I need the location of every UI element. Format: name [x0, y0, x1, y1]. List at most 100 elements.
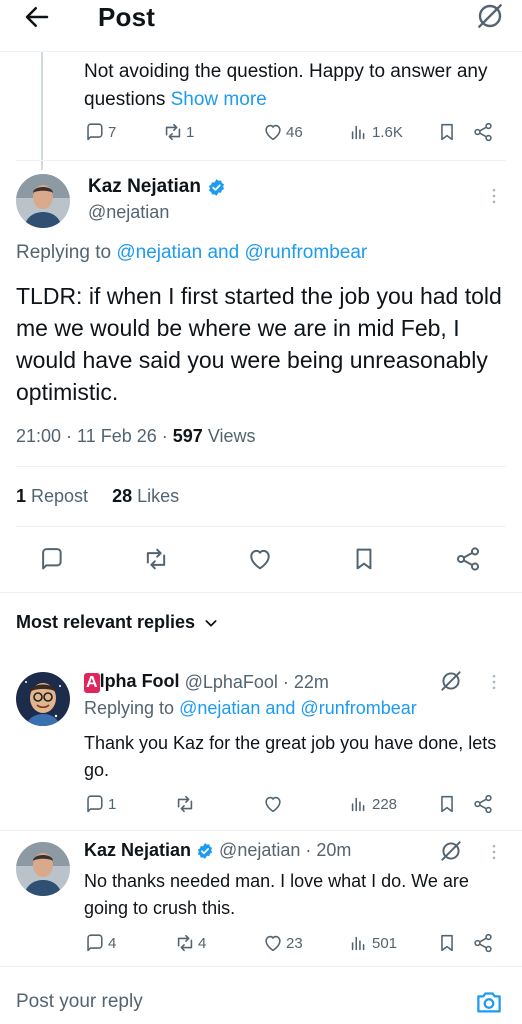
chevron-down-icon [203, 615, 219, 631]
reply-icon [84, 793, 106, 815]
replying-to: Replying to @nejatian and @runfrombear [16, 242, 367, 264]
reply-input[interactable]: Post your reply [16, 991, 143, 1013]
author-name: Alpha Fool [84, 671, 180, 693]
thread-line [41, 52, 43, 170]
heart-icon [262, 121, 284, 143]
views-button[interactable]: 228 [348, 793, 397, 815]
reply-author[interactable]: Alpha Fool @LphaFool · 22m [84, 671, 329, 693]
repost-icon [174, 793, 196, 815]
avatar[interactable] [16, 174, 70, 228]
like-button[interactable]: 46 [262, 121, 303, 143]
repost-icon [162, 121, 184, 143]
divider [0, 830, 522, 831]
reply-author[interactable]: Kaz Nejatian @nejatian · 20m [84, 840, 351, 861]
divider [16, 160, 506, 161]
reply-text: Thank you Kaz for the great job you have… [84, 733, 497, 780]
page-title: Post [98, 2, 156, 32]
author-name-text: lpha Fool [99, 671, 180, 691]
analytics-icon [348, 121, 370, 143]
repost-button[interactable]: 1 [162, 121, 194, 143]
reply-button[interactable]: 7 [84, 121, 116, 143]
bookmark-icon[interactable] [436, 793, 458, 815]
replies-sort-label: Most relevant replies [16, 612, 196, 632]
replying-to-link[interactable]: @nejatian and @runfrombear [116, 242, 367, 263]
heart-icon[interactable] [246, 545, 274, 573]
grok-icon[interactable] [438, 838, 464, 864]
grok-icon[interactable] [438, 668, 464, 694]
share-icon[interactable] [472, 121, 494, 143]
author-handle-time: @nejatian · 20m [219, 840, 352, 860]
letter-a-badge: A [84, 673, 100, 693]
back-arrow-icon[interactable] [22, 2, 52, 32]
more-options-icon[interactable] [484, 186, 504, 206]
reply-actions: 4 4 23 501 [84, 932, 504, 956]
share-icon[interactable] [454, 545, 482, 573]
repost-button[interactable]: 4 [174, 932, 206, 954]
reply-button[interactable]: 1 [84, 793, 116, 815]
more-options-icon[interactable] [484, 842, 504, 862]
reply-actions: 1 228 [84, 793, 504, 817]
previous-post-actions: 7 1 46 1.6K [84, 121, 504, 145]
heart-icon [262, 793, 284, 815]
repost-icon [174, 932, 196, 954]
author-name-text: Kaz Nejatian [88, 176, 201, 197]
previous-post-text: Not avoiding the question. Happy to answ… [84, 58, 509, 114]
views-button[interactable]: 1.6K [348, 121, 403, 143]
likes-stat[interactable]: 28 Likes [112, 486, 179, 506]
top-bar: Post [0, 0, 522, 52]
repost-count: 4 [198, 934, 207, 952]
author-name: Kaz Nejatian [84, 840, 192, 860]
views-count: 597 [172, 426, 203, 446]
reply-icon[interactable] [38, 545, 66, 573]
like-button[interactable]: 23 [262, 932, 303, 954]
views-button[interactable]: 501 [348, 932, 397, 954]
reply-icon [84, 932, 106, 954]
show-more-link[interactable]: Show more [171, 89, 267, 110]
like-button[interactable] [262, 793, 286, 815]
views-count: 1.6K [372, 123, 403, 141]
avatar[interactable] [16, 842, 70, 896]
reply-count: 1 [108, 795, 117, 813]
likes-stat-count: 28 [112, 486, 133, 506]
author-handle[interactable]: @nejatian [88, 202, 169, 223]
timestamp-text: 21:00 · 11 Feb 26 · [16, 426, 173, 446]
author-handle-time: @LphaFool · 22m [184, 671, 329, 692]
reply-button[interactable]: 4 [84, 932, 116, 954]
like-count: 23 [286, 934, 303, 952]
heart-icon [262, 932, 284, 954]
analytics-icon [348, 932, 370, 954]
more-options-icon[interactable] [484, 672, 504, 692]
replies-sort-dropdown[interactable]: Most relevant replies [16, 612, 219, 633]
replying-to: Replying to @nejatian and @runfrombear [84, 698, 417, 719]
reply-icon [84, 121, 106, 143]
likes-stat-label: Likes [132, 486, 180, 506]
replying-to-link[interactable]: @nejatian and @runfrombear [179, 698, 417, 718]
bookmark-icon[interactable] [436, 121, 458, 143]
replying-prefix: Replying to [84, 698, 180, 718]
reply-text: No thanks needed man. I love what I do. … [84, 871, 469, 918]
avatar[interactable] [16, 672, 70, 726]
post-stats: 1 Repost 28 Likes [16, 486, 179, 507]
repost-button[interactable] [174, 793, 198, 815]
share-icon[interactable] [472, 932, 494, 954]
repost-icon[interactable] [142, 545, 170, 573]
post-text: TLDR: if when I first started the job yo… [16, 283, 502, 405]
share-icon[interactable] [472, 793, 494, 815]
reply-count: 4 [108, 934, 117, 952]
previous-post-body: Not avoiding the question. Happy to answ… [84, 61, 488, 110]
bookmark-icon[interactable] [350, 545, 378, 573]
repost-count: 1 [186, 123, 195, 141]
repost-stat[interactable]: 1 Repost [16, 486, 88, 506]
divider [16, 526, 506, 527]
post-timestamp: 21:00 · 11 Feb 26 · 597 Views [16, 426, 256, 447]
grok-icon[interactable] [474, 0, 506, 32]
verified-badge-icon [196, 842, 214, 860]
bookmark-icon[interactable] [436, 932, 458, 954]
divider [16, 466, 506, 467]
author-name[interactable]: Kaz Nejatian [88, 176, 226, 198]
views-count: 501 [372, 934, 398, 952]
replying-prefix: Replying to [16, 242, 117, 263]
camera-icon[interactable] [474, 987, 504, 1017]
views-count: 228 [372, 795, 398, 813]
reply-composer: Post your reply [0, 966, 522, 1024]
